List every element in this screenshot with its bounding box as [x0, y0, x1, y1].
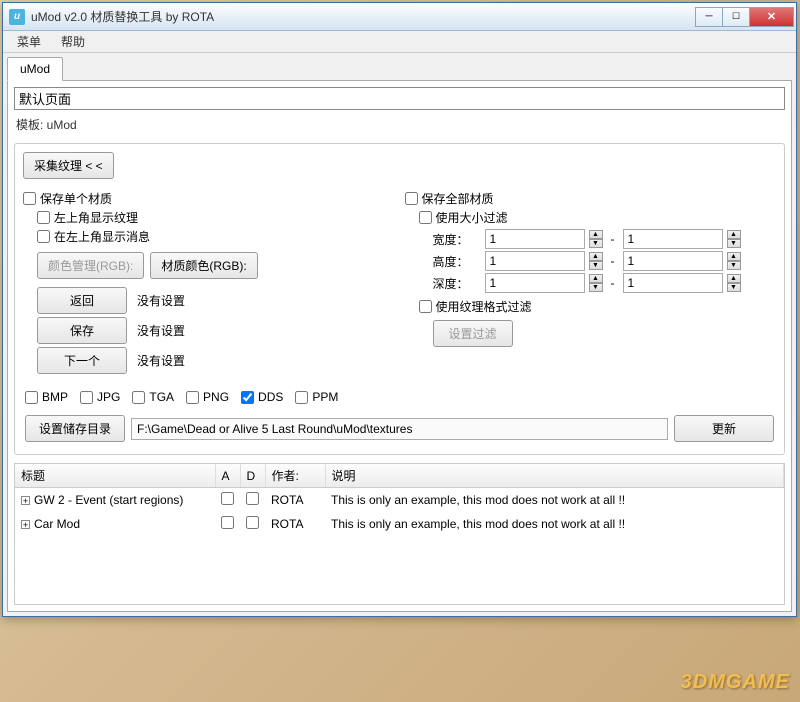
template-label: 模板: uMod	[14, 114, 785, 139]
set-filter-button: 设置过滤	[433, 320, 513, 347]
col-d[interactable]: D	[240, 464, 265, 488]
col-author[interactable]: 作者:	[265, 464, 325, 488]
next-button[interactable]: 下一个	[37, 347, 127, 374]
window-title: uMod v2.0 材质替换工具 by ROTA	[31, 8, 696, 25]
back-button[interactable]: 返回	[37, 287, 127, 314]
col-title[interactable]: 标题	[15, 464, 215, 488]
minimize-button[interactable]	[695, 7, 723, 27]
default-page-input[interactable]	[14, 87, 785, 110]
row-a-chk[interactable]	[221, 516, 234, 529]
set-dir-button[interactable]: 设置储存目录	[25, 415, 125, 442]
collect-textures-button[interactable]: 采集纹理 < <	[23, 152, 114, 179]
right-column: 保存全部材质 使用大小过滤 宽度： ▲▼ - ▲▼	[405, 189, 777, 377]
chk-size-filter[interactable]	[419, 211, 432, 224]
lbl-show-tex-tl: 左上角显示纹理	[54, 209, 138, 226]
chk-ppm[interactable]	[295, 391, 308, 404]
chk-png[interactable]	[186, 391, 199, 404]
col-a[interactable]: A	[215, 464, 240, 488]
next-status: 没有设置	[137, 352, 185, 369]
depth-min-spin[interactable]: ▲▼	[589, 274, 603, 292]
menu-help[interactable]: 帮助	[51, 30, 95, 53]
expand-icon[interactable]: +	[21, 520, 30, 529]
color-mgr-button: 颜色管理(RGB):	[37, 252, 144, 279]
titlebar[interactable]: u uMod v2.0 材质替换工具 by ROTA	[3, 3, 796, 31]
depth-max-spin[interactable]: ▲▼	[727, 274, 741, 292]
back-status: 没有设置	[137, 292, 185, 309]
chk-jpg[interactable]	[80, 391, 93, 404]
maximize-button[interactable]	[722, 7, 750, 27]
menu-main[interactable]: 菜单	[7, 30, 51, 53]
row-d-chk[interactable]	[246, 492, 259, 505]
menubar: 菜单 帮助	[3, 31, 796, 53]
mod-list: 标题 A D 作者: 说明 +GW 2 - Event (start regio…	[14, 463, 785, 605]
chk-show-msg-tl[interactable]	[37, 230, 50, 243]
lbl-show-msg-tl: 在左上角显示消息	[54, 228, 150, 245]
expand-icon[interactable]: +	[21, 496, 30, 505]
height-min[interactable]	[485, 251, 585, 271]
chk-tga[interactable]	[132, 391, 145, 404]
tex-color-button[interactable]: 材质颜色(RGB):	[150, 252, 257, 279]
width-min-spin[interactable]: ▲▼	[589, 230, 603, 248]
height-max[interactable]	[623, 251, 723, 271]
lbl-save-all: 保存全部材质	[422, 190, 494, 207]
width-min[interactable]	[485, 229, 585, 249]
lbl-fmt-filter: 使用纹理格式过滤	[436, 298, 532, 315]
lbl-width: 宽度：	[433, 231, 481, 248]
chk-fmt-filter[interactable]	[419, 300, 432, 313]
lbl-depth: 深度：	[433, 275, 481, 292]
client-area: uMod 模板: uMod 采集纹理 < < 保存单个材质 左上角显示纹理 在左…	[3, 53, 796, 616]
save-status: 没有设置	[137, 322, 185, 339]
watermark: 3DMGAME	[681, 671, 790, 694]
width-max-spin[interactable]: ▲▼	[727, 230, 741, 248]
lbl-height: 高度：	[433, 253, 481, 270]
tab-page: 模板: uMod 采集纹理 < < 保存单个材质 左上角显示纹理 在左上角显示消…	[7, 80, 792, 612]
main-group: 采集纹理 < < 保存单个材质 左上角显示纹理 在左上角显示消息 颜色管理(RG…	[14, 143, 785, 455]
chk-save-all[interactable]	[405, 192, 418, 205]
lbl-size-filter: 使用大小过滤	[436, 209, 508, 226]
height-max-spin[interactable]: ▲▼	[727, 252, 741, 270]
table-row[interactable]: +GW 2 - Event (start regions) ROTA This …	[15, 488, 784, 513]
row-d-chk[interactable]	[246, 516, 259, 529]
app-icon: u	[9, 9, 25, 25]
row-a-chk[interactable]	[221, 492, 234, 505]
close-button[interactable]	[749, 7, 794, 27]
chk-save-single[interactable]	[23, 192, 36, 205]
width-max[interactable]	[623, 229, 723, 249]
lbl-save-single: 保存单个材质	[40, 190, 112, 207]
format-row: BMP JPG TGA PNG DDS PPM	[23, 383, 776, 411]
save-dir-input[interactable]	[131, 418, 668, 440]
height-min-spin[interactable]: ▲▼	[589, 252, 603, 270]
save-button[interactable]: 保存	[37, 317, 127, 344]
app-window: u uMod v2.0 材质替换工具 by ROTA 菜单 帮助 uMod 模板…	[2, 2, 797, 617]
table-row[interactable]: +Car Mod ROTA This is only an example, t…	[15, 512, 784, 536]
update-button[interactable]: 更新	[674, 415, 774, 442]
col-desc[interactable]: 说明	[325, 464, 784, 488]
chk-show-tex-tl[interactable]	[37, 211, 50, 224]
tab-umod[interactable]: uMod	[7, 57, 63, 81]
chk-dds[interactable]	[241, 391, 254, 404]
depth-max[interactable]	[623, 273, 723, 293]
chk-bmp[interactable]	[25, 391, 38, 404]
left-column: 保存单个材质 左上角显示纹理 在左上角显示消息 颜色管理(RGB): 材质颜色(…	[23, 189, 395, 377]
depth-min[interactable]	[485, 273, 585, 293]
